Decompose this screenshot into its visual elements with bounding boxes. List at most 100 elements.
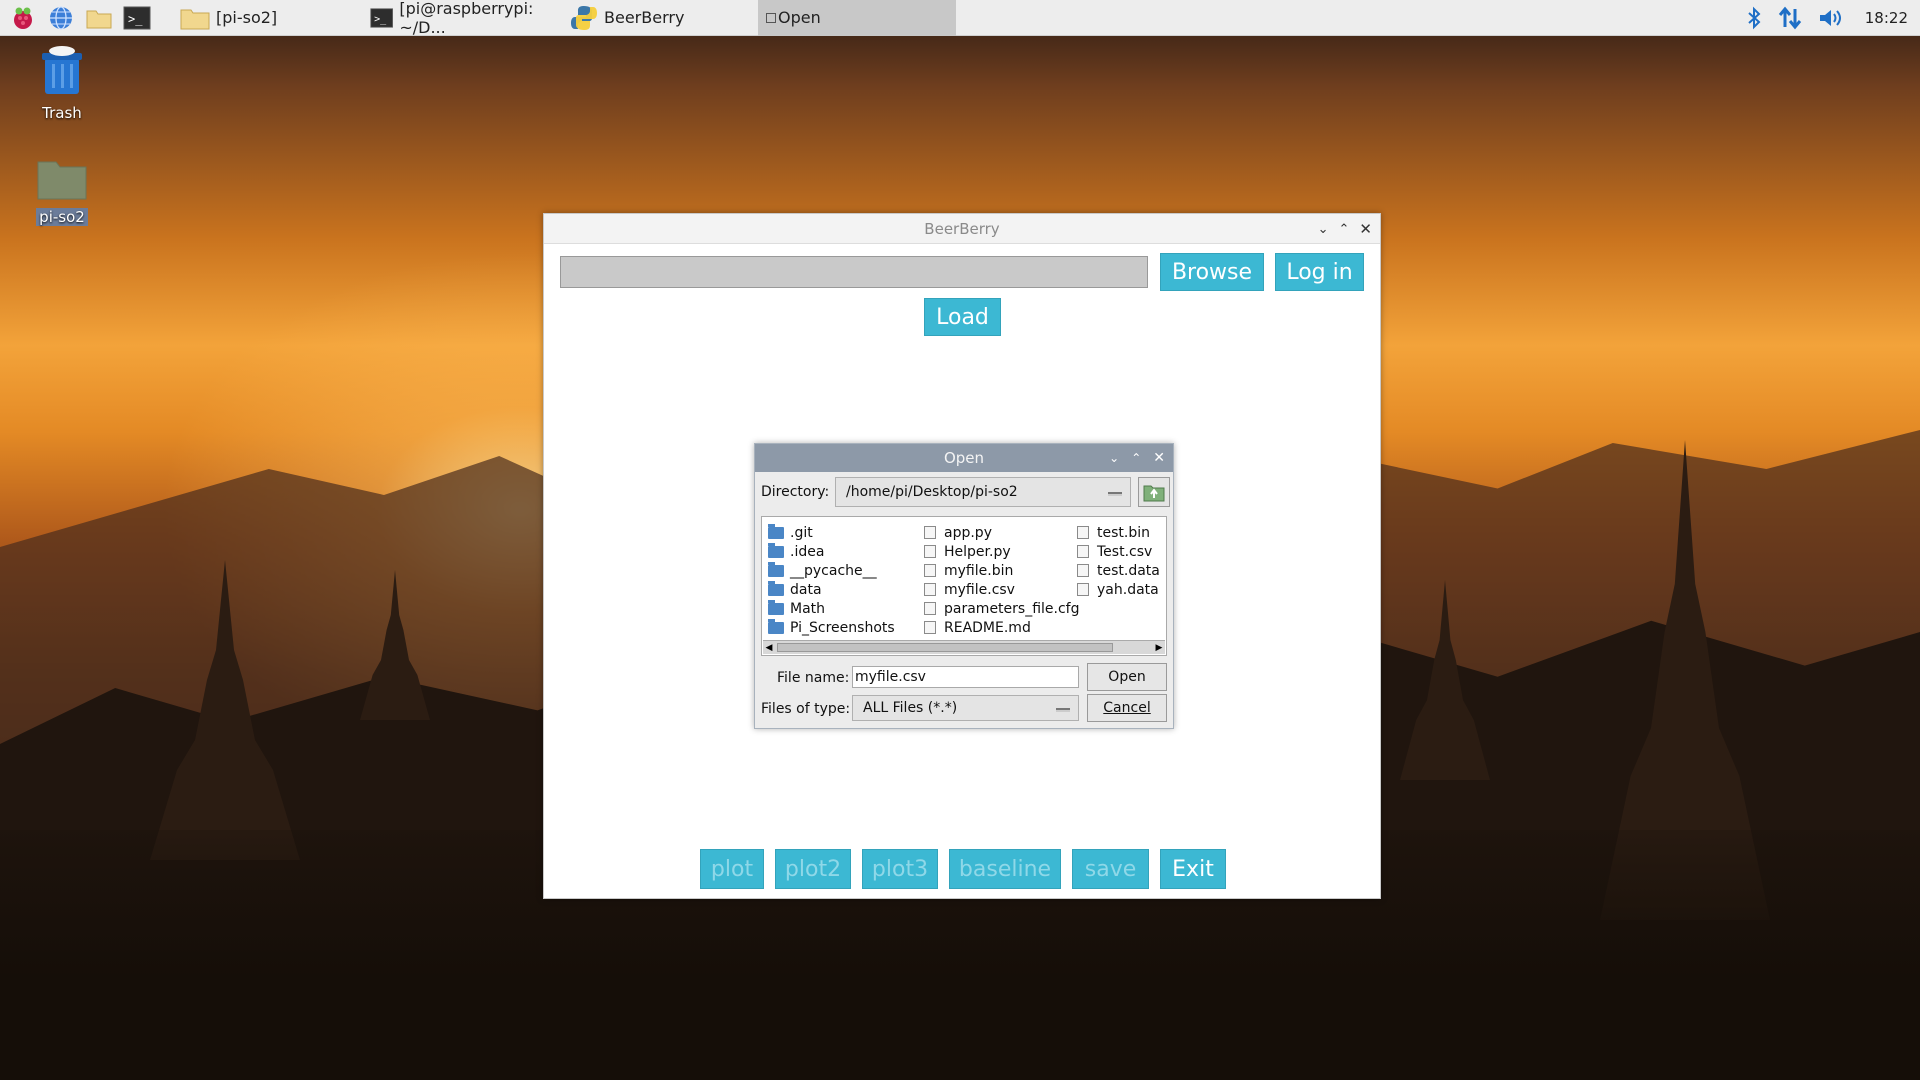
cancel-button[interactable]: Cancel — [1087, 694, 1167, 722]
file-icon — [924, 526, 936, 539]
plot-button[interactable]: plot — [700, 849, 764, 889]
folder-item[interactable]: .git — [768, 523, 895, 542]
file-item[interactable]: Test.csv — [1075, 542, 1160, 561]
scroll-right-icon[interactable]: ▶ — [1153, 641, 1165, 654]
terminal-icon: >_ — [370, 7, 393, 28]
folder-item[interactable]: __pycache__ — [768, 561, 895, 580]
file-item[interactable]: test.data — [1075, 561, 1160, 580]
directory-label: Directory: — [761, 484, 830, 500]
parent-directory-button[interactable] — [1138, 477, 1170, 507]
file-list[interactable]: .git .idea __pycache__ data Math Pi_Screensho… — [761, 516, 1167, 656]
file-item[interactable]: myfile.csv — [922, 580, 1080, 599]
svg-text:>_: >_ — [374, 14, 387, 25]
file-item[interactable]: app.py — [922, 523, 1080, 542]
file-name: Helper.py — [944, 543, 1011, 560]
file-icon — [924, 583, 936, 596]
directory-select[interactable]: /home/pi/Desktop/pi-so2 — [835, 477, 1131, 507]
file-name: README.md — [944, 619, 1031, 636]
window-titlebar[interactable]: BeerBerry ⌄ ⌃ ✕ — [544, 214, 1380, 244]
close-icon[interactable]: ✕ — [1153, 450, 1165, 466]
taskbar-task-beerberry[interactable]: BeerBerry — [562, 0, 758, 36]
folder-icon — [768, 618, 784, 634]
file-name: test.data — [1097, 562, 1160, 579]
file-name: app.py — [944, 524, 992, 541]
folder-name: .git — [790, 524, 813, 541]
taskbar-task-label: [pi-so2] — [216, 8, 278, 27]
network-icon[interactable] — [1777, 5, 1803, 31]
dialog-titlebar[interactable]: Open ⌄ ⌃ ✕ — [755, 444, 1173, 472]
folder-icon — [768, 561, 784, 577]
taskbar-task-pi-so2[interactable]: [pi-so2] — [172, 0, 362, 36]
desktop-icon-label: pi-so2 — [36, 208, 88, 226]
file-item[interactable]: test.bin — [1075, 523, 1160, 542]
files-of-type-select[interactable]: ALL Files (*.*) — [852, 695, 1079, 721]
load-button[interactable]: Load — [924, 298, 1001, 336]
open-file-dialog: Open ⌄ ⌃ ✕ Directory: /home/pi/Desktop/p… — [754, 443, 1174, 729]
directory-value: /home/pi/Desktop/pi-so2 — [846, 484, 1018, 500]
folder-item[interactable]: .idea — [768, 542, 895, 561]
baseline-button[interactable]: baseline — [949, 849, 1061, 889]
system-tray: 18:22 — [1745, 0, 1908, 36]
browse-button[interactable]: Browse — [1160, 253, 1264, 291]
file-name: parameters_file.cfg — [944, 600, 1080, 617]
file-name-label-text: File name: — [777, 670, 850, 686]
clock[interactable]: 18:22 — [1865, 9, 1908, 27]
volume-icon[interactable] — [1817, 6, 1845, 30]
web-browser-icon[interactable] — [46, 3, 76, 33]
trash-icon — [42, 46, 82, 94]
file-name: test.bin — [1097, 524, 1150, 541]
login-button[interactable]: Log in — [1275, 253, 1364, 291]
files-of-type-label: Files of type: — [761, 701, 851, 717]
minimize-icon[interactable]: ⌄ — [1109, 451, 1119, 465]
file-name: myfile.bin — [944, 562, 1014, 579]
save-button[interactable]: save — [1072, 849, 1149, 889]
raspberry-menu-icon[interactable] — [8, 3, 38, 33]
bluetooth-icon[interactable] — [1745, 6, 1763, 30]
plot2-button[interactable]: plot2 — [775, 849, 851, 889]
folder-item[interactable]: Pi_Screenshots — [768, 618, 895, 637]
maximize-icon[interactable]: ⌃ — [1339, 222, 1350, 237]
desktop-icon-trash[interactable]: Trash — [17, 44, 107, 122]
folder-icon — [768, 599, 784, 615]
scroll-left-icon[interactable]: ◀ — [763, 641, 775, 654]
desktop-icon-pi-so2[interactable]: pi-so2 — [17, 156, 107, 226]
folder-item[interactable]: data — [768, 580, 895, 599]
minimize-icon[interactable]: ⌄ — [1318, 222, 1329, 237]
file-item[interactable]: parameters_file.cfg — [922, 599, 1080, 618]
terminal-launcher-icon[interactable]: >_ — [122, 3, 152, 33]
open-button[interactable]: Open — [1087, 663, 1167, 691]
taskbar-task-open[interactable]: Open — [758, 0, 956, 36]
exit-button[interactable]: Exit — [1160, 849, 1226, 889]
file-icon — [924, 602, 936, 615]
file-name-input[interactable]: myfile.csv — [852, 666, 1079, 688]
file-item[interactable]: README.md — [922, 618, 1080, 637]
taskbar-task-terminal[interactable]: >_ [pi@raspberrypi: ~/D... — [362, 0, 562, 37]
dropdown-icon — [1108, 492, 1122, 494]
maximize-icon[interactable]: ⌃ — [1131, 451, 1141, 465]
taskbar-task-label: [pi@raspberrypi: ~/D... — [399, 0, 534, 37]
horizontal-scrollbar[interactable]: ◀ ▶ — [763, 640, 1165, 654]
file-icon — [1077, 545, 1089, 558]
file-item[interactable]: Helper.py — [922, 542, 1080, 561]
files-of-type-value: ALL Files (*.*) — [863, 700, 958, 716]
folder-icon — [768, 580, 784, 596]
file-path-input[interactable] — [560, 256, 1148, 288]
plot3-button[interactable]: plot3 — [862, 849, 938, 889]
file-name: Test.csv — [1097, 543, 1153, 560]
taskbar: >_ [pi-so2] >_ [pi@raspberrypi: ~/D... B… — [0, 0, 1920, 37]
file-name-label: File name: — [777, 670, 849, 686]
close-icon[interactable]: ✕ — [1359, 220, 1372, 238]
open-button-label: Open — [1108, 669, 1146, 685]
scrollbar-thumb[interactable] — [777, 643, 1113, 652]
svg-text:>_: >_ — [128, 12, 143, 26]
folder-icon — [768, 542, 784, 558]
file-item[interactable]: myfile.bin — [922, 561, 1080, 580]
file-icon — [1077, 526, 1089, 539]
folder-up-icon — [1143, 485, 1165, 502]
folder-name: Math — [790, 600, 826, 617]
file-manager-icon[interactable] — [84, 3, 114, 33]
folder-item[interactable]: Math — [768, 599, 895, 618]
dropdown-icon — [1056, 708, 1070, 710]
file-item[interactable]: yah.data — [1075, 580, 1160, 599]
desktop-icon-label: Trash — [42, 104, 82, 122]
